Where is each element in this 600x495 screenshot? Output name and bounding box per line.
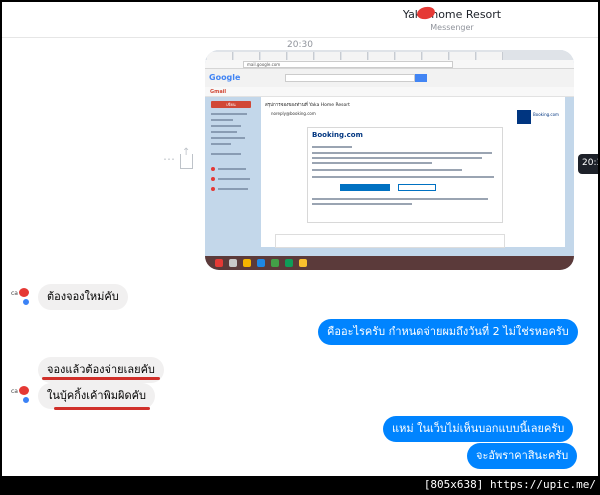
header-subtitle: Messenger — [430, 23, 474, 32]
avatar-red-mark — [19, 288, 29, 297]
email-text-line — [312, 146, 352, 148]
url-text: mail.google.com — [247, 62, 281, 67]
message-bubble-incoming[interactable]: ต้องจองใหม่คับ — [38, 284, 128, 310]
sidebar-line — [211, 119, 233, 121]
contact-name[interactable]: Yaka home Resort — [372, 8, 532, 21]
sidebar-line — [211, 153, 241, 155]
sidebar-line — [218, 178, 250, 180]
message-bubble-outgoing[interactable]: คืออะไรครับ กำหนดจ่ายผมถึงวันที่ 2 ไม่ใช… — [318, 319, 578, 345]
taskbar-icon — [299, 259, 307, 267]
message-bubble-outgoing[interactable]: จะอัพราคาสินะครับ — [467, 443, 578, 469]
sidebar-line — [218, 168, 246, 170]
more-options-icon[interactable]: ⋯ — [163, 152, 175, 166]
email-text-line — [312, 157, 482, 159]
browser-url-bar: mail.google.com — [205, 60, 574, 69]
compose-label: เขียน — [226, 102, 236, 107]
browser-tab — [342, 52, 368, 60]
sidebar-line — [211, 143, 231, 145]
google-logo: Google — [209, 73, 241, 82]
image-host-watermark: [805x638] https://upic.me/ — [423, 478, 596, 491]
booking-primary-button — [340, 184, 390, 191]
sidebar-line — [211, 137, 245, 139]
browser-tab — [450, 52, 476, 60]
avatar-initials: ca — [11, 388, 18, 395]
red-annotation-underline — [54, 407, 150, 410]
browser-tab — [288, 52, 314, 60]
conversation-header: Yaka home Resort Messenger — [2, 2, 598, 38]
email-text-line — [312, 198, 488, 200]
red-annotation-underline — [42, 377, 160, 380]
message-bubble-incoming[interactable]: ในบุ้คกิ้งเค้าพิมผิดคับ — [38, 383, 155, 409]
taskbar-icon — [285, 259, 293, 267]
gmail-search-box — [285, 74, 415, 82]
sidebar-line — [211, 113, 247, 115]
taskbar-icon — [257, 259, 265, 267]
contact-avatar-dot — [211, 177, 215, 181]
email-text-line — [312, 169, 462, 171]
taskbar-icon — [215, 259, 223, 267]
browser-tab — [234, 52, 260, 60]
sidebar-line — [211, 131, 237, 133]
email-reply-box — [275, 234, 505, 248]
contact-avatar-dot — [211, 167, 215, 171]
email-text-line — [312, 203, 412, 205]
google-bar: Google — [205, 69, 574, 87]
messenger-badge-icon — [22, 396, 30, 404]
gmail-label: Gmail — [210, 89, 227, 95]
email-text-line — [312, 176, 494, 178]
contact-avatar[interactable]: ca — [11, 384, 31, 404]
message-timestamp: 20:30 — [287, 40, 313, 50]
shared-screenshot-image[interactable]: mail.google.com Google Gmail เขียน สรุปก… — [205, 50, 574, 270]
browser-tab-bar — [205, 50, 574, 60]
browser-tab — [423, 52, 449, 60]
sidebar-line — [218, 188, 248, 190]
booking-side-logo — [517, 110, 531, 124]
email-text-line — [312, 162, 432, 164]
messenger-window: Yaka home Resort Messenger 20:30 mail.go… — [2, 2, 598, 476]
gmail-toolbar: Gmail — [205, 87, 574, 97]
gmail-search-button — [415, 74, 427, 82]
gmail-sidebar: เขียน — [205, 97, 259, 255]
tooltip-text: 20:3 — [582, 158, 598, 168]
contact-avatar[interactable]: ca — [11, 286, 31, 306]
browser-tab — [396, 52, 422, 60]
gmail-compose-button: เขียน — [211, 101, 251, 108]
email-sender: noreply@booking.com — [271, 111, 316, 116]
avatar-initials: ca — [11, 290, 18, 297]
browser-tab — [315, 52, 341, 60]
taskbar-icon — [243, 259, 251, 267]
messenger-badge-icon — [22, 298, 30, 306]
taskbar-icon — [271, 259, 279, 267]
taskbar-icon — [229, 259, 237, 267]
sidebar-line — [211, 125, 241, 127]
share-arrow-icon: ↑ — [182, 147, 191, 158]
booking-email-card: Booking.com — [307, 127, 503, 223]
email-subject: สรุปการจองของท่านที่ Yaka Home Resort — [265, 103, 350, 108]
booking-side-label: Booking.com — [533, 112, 559, 117]
time-tooltip: 20:3 — [578, 154, 598, 174]
avatar-red-mark — [19, 386, 29, 395]
message-bubble-outgoing[interactable]: แหม่ ในเว็บไม่เห็นบอกแบบนี้เลยครับ — [383, 416, 574, 442]
email-text-line — [312, 152, 492, 154]
browser-tab — [477, 52, 503, 60]
windows-taskbar — [205, 256, 574, 270]
booking-secondary-button — [398, 184, 436, 191]
contact-avatar-dot — [211, 187, 215, 191]
browser-tab — [261, 52, 287, 60]
browser-tab — [207, 52, 233, 60]
booking-logo: Booking.com — [312, 131, 363, 139]
browser-tab — [369, 52, 395, 60]
url-field: mail.google.com — [243, 61, 453, 68]
